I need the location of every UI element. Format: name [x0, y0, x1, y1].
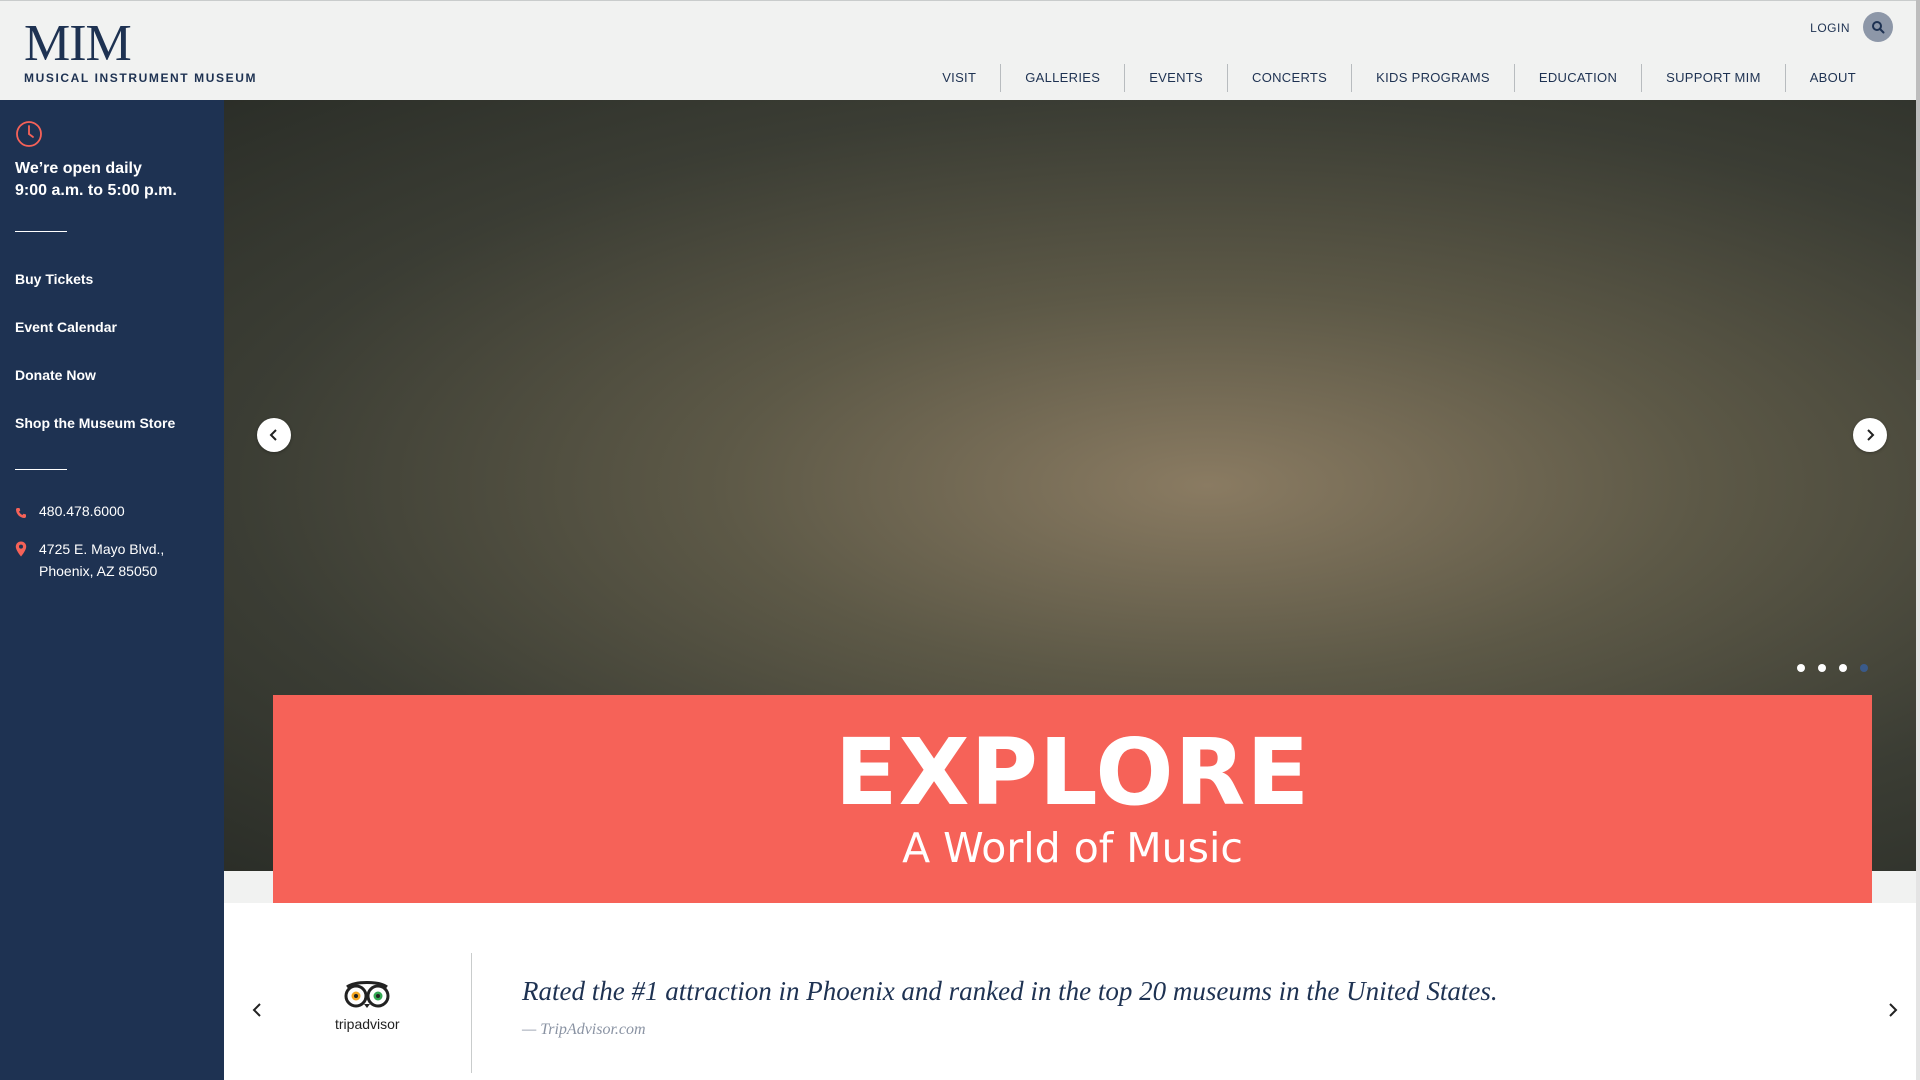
nav-about[interactable]: ABOUT — [1784, 64, 1880, 92]
scrollbar-thumb[interactable] — [1916, 0, 1920, 380]
slider-prev-button[interactable] — [257, 418, 291, 452]
hero-subtitle: A World of Music — [902, 824, 1243, 872]
sidebar-divider — [15, 469, 67, 470]
tripadvisor-wordmark: tripadvisor — [335, 1016, 400, 1032]
address-line-2: Phoenix, AZ 85050 — [39, 563, 158, 579]
nav-visit[interactable]: VISIT — [918, 64, 1000, 92]
slider-dot[interactable] — [1797, 664, 1805, 672]
search-button[interactable] — [1863, 12, 1893, 42]
testimonial-quote: Rated the #1 attraction in Phoenix and r… — [522, 976, 1498, 1006]
logo-mark: MIM — [24, 15, 132, 72]
hours-line-2: 9:00 a.m. to 5:00 p.m. — [15, 182, 177, 199]
page-scrollbar[interactable] — [1916, 0, 1920, 1080]
nav-support-mim[interactable]: SUPPORT MIM — [1641, 64, 1785, 92]
hero-title: EXPLORE — [834, 719, 1311, 826]
sidebar-link-buy-tickets[interactable]: Buy Tickets — [15, 271, 93, 287]
tripadvisor-logo[interactable]: tripadvisor — [335, 979, 400, 1032]
testimonial-divider — [471, 953, 472, 1073]
slider-next-button[interactable] — [1853, 418, 1887, 452]
sidebar-link-museum-store[interactable]: Shop the Museum Store — [15, 415, 175, 431]
login-link[interactable]: LOGIN — [1810, 21, 1850, 35]
testimonial-source: — TripAdvisor.com — [522, 1021, 646, 1038]
testimonial-next-button[interactable] — [1888, 1001, 1898, 1021]
testimonial-prev-button[interactable] — [252, 1001, 262, 1021]
main-nav: VISIT GALLERIES EVENTS CONCERTS KIDS PRO… — [918, 64, 1880, 92]
nav-concerts[interactable]: CONCERTS — [1227, 64, 1351, 92]
sidebar: We’re open daily 9:00 a.m. to 5:00 p.m. … — [0, 100, 224, 1080]
nav-events[interactable]: EVENTS — [1124, 64, 1227, 92]
address-row[interactable]: 4725 E. Mayo Blvd., Phoenix, AZ 85050 — [15, 538, 164, 582]
location-pin-icon — [15, 538, 39, 582]
nav-galleries[interactable]: GALLERIES — [1000, 64, 1124, 92]
nav-kids-programs[interactable]: KIDS PROGRAMS — [1351, 64, 1514, 92]
chevron-right-icon — [1889, 1003, 1898, 1017]
slider-dot[interactable] — [1818, 664, 1826, 672]
logo-subtitle: MUSICAL INSTRUMENT MUSEUM — [24, 71, 258, 85]
search-icon — [1872, 21, 1885, 34]
site-logo[interactable]: MIM MUSICAL INSTRUMENT MUSEUM — [24, 15, 258, 86]
phone-number: 480.478.6000 — [39, 503, 125, 519]
chevron-left-icon — [269, 429, 277, 441]
chevron-right-icon — [1867, 429, 1875, 441]
slider-dot[interactable] — [1839, 664, 1847, 672]
clock-icon — [16, 121, 42, 147]
tripadvisor-owl-icon — [344, 981, 390, 1008]
slider-dots — [1797, 664, 1868, 672]
hours-line-1: We’re open daily — [15, 160, 142, 177]
slider-dot-active[interactable] — [1860, 664, 1868, 672]
site-header: MIM MUSICAL INSTRUMENT MUSEUM LOGIN VISI… — [0, 0, 1920, 100]
sidebar-link-event-calendar[interactable]: Event Calendar — [15, 319, 117, 335]
chevron-left-icon — [252, 1003, 261, 1017]
phone-row[interactable]: 480.478.6000 — [15, 500, 125, 525]
opening-hours: We’re open daily 9:00 a.m. to 5:00 p.m. — [15, 158, 177, 202]
sidebar-divider — [15, 231, 67, 232]
sidebar-link-donate-now[interactable]: Donate Now — [15, 367, 96, 383]
hero-banner[interactable]: EXPLORE A World of Music — [273, 695, 1872, 903]
testimonial-strip: tripadvisor Rated the #1 attraction in P… — [224, 903, 1920, 1080]
nav-education[interactable]: EDUCATION — [1513, 64, 1641, 92]
phone-icon — [15, 500, 39, 525]
address-line-1: 4725 E. Mayo Blvd., — [39, 541, 165, 557]
